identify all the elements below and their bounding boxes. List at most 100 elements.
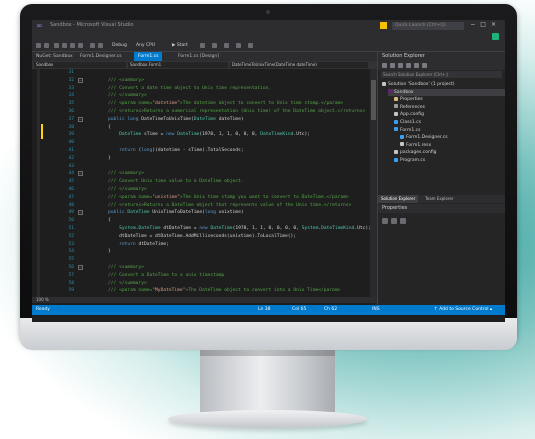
code-line[interactable]: 47 /// <param name="unixtime">The Unix ti… (32, 194, 377, 202)
solution-explorer-search[interactable]: Search Solution Explorer (Ctrl+;) (381, 71, 502, 78)
zoom-level[interactable]: 100 % (36, 297, 49, 302)
code-line[interactable]: 46 /// </summary> (32, 186, 377, 194)
code-line[interactable]: 37− public long DateTimeToUnixTime(DateTi… (32, 116, 377, 124)
close-button[interactable]: × (491, 21, 501, 28)
open-file-icon[interactable] (62, 43, 67, 48)
code-line[interactable]: 31 (32, 69, 377, 77)
code-line[interactable]: 56− /// <summary> (32, 264, 377, 272)
uncomment-icon[interactable] (236, 43, 241, 48)
save-all-icon[interactable] (78, 43, 83, 48)
code-editor[interactable]: 31 32−/// <summary> 33/// Convert a date t… (32, 69, 377, 297)
line-number: 52 (68, 233, 74, 239)
code-line[interactable]: 34 /// </summary> (32, 92, 377, 100)
tree-item[interactable]: Form1.Designer.cs (400, 134, 505, 141)
code-line[interactable]: 42} (32, 155, 377, 163)
code-line[interactable]: 36 /// <returns>Returns a numerical repre… (32, 108, 377, 116)
forward-icon[interactable] (44, 43, 49, 48)
code-line[interactable]: 51 System.DateTime dtDateTime = new Date… (32, 225, 377, 233)
collapse-region-icon[interactable]: − (78, 210, 83, 216)
tab-form1-cs[interactable]: Form1.cs (134, 52, 163, 61)
properties-title: Properties (378, 204, 505, 213)
tree-item[interactable]: Class1.cs (394, 119, 505, 126)
platform-select[interactable]: Any CPU (136, 43, 155, 49)
tree-item[interactable]: Properties (394, 96, 505, 103)
code-line[interactable]: 54} (32, 248, 377, 256)
code-line[interactable]: 32− /// <summary> (32, 77, 377, 85)
window-controls[interactable]: −□× (470, 21, 501, 28)
start-button[interactable]: ▶ Start (172, 43, 188, 49)
bookmark-icon[interactable] (248, 43, 253, 48)
tree-item[interactable]: References (394, 104, 505, 111)
code-line[interactable]: 58 /// </summary> (32, 280, 377, 288)
code-line[interactable]: 45 /// Convert Unix time value to a DateT… (32, 178, 377, 186)
maximize-button[interactable]: □ (480, 21, 491, 28)
categorized-icon[interactable] (382, 218, 388, 224)
code-line[interactable]: 50 { (32, 217, 377, 225)
new-file-icon[interactable] (54, 43, 59, 48)
code-line[interactable]: 53 return dtDateTime; (32, 241, 377, 249)
editor-scroll-thumb[interactable] (371, 80, 376, 120)
sync-icon[interactable] (390, 63, 395, 68)
redo-icon[interactable] (98, 43, 103, 48)
code-line[interactable]: 44− /// <summary> (32, 170, 377, 178)
collapse-all-icon[interactable] (398, 63, 403, 68)
tree-item[interactable]: Program.cs (394, 157, 505, 164)
tree-item[interactable]: App.config (394, 111, 505, 118)
code-line[interactable]: 35 /// <param name="datetime">The datetim… (32, 100, 377, 108)
tree-item[interactable]: packages.config (394, 149, 505, 156)
save-icon[interactable] (70, 43, 75, 48)
alphabetical-icon[interactable] (391, 218, 397, 224)
line-number: 38 (68, 124, 74, 130)
home-icon[interactable] (382, 63, 387, 68)
code-line[interactable]: 33 /// Convert a date time object to Unix… (32, 85, 377, 93)
class-dropdown[interactable]: Sandbox.Form1 (128, 62, 228, 68)
tree-item[interactable]: Solution 'Sandbox' (1 project) (382, 81, 505, 88)
tree-item[interactable]: Form1.resx (400, 142, 505, 149)
tree-item[interactable]: Form1.cs (394, 127, 505, 134)
comment-icon[interactable] (224, 43, 229, 48)
code-line[interactable]: 41 return (long)(datetime - sTime).Total… (32, 147, 377, 155)
settings-icon[interactable] (422, 63, 427, 68)
tree-item[interactable]: Sandbox (388, 88, 505, 96)
property-pages-icon[interactable] (400, 218, 406, 224)
configuration-select[interactable]: Debug (112, 43, 127, 49)
editor-horizontal-bar[interactable]: 100 % (32, 297, 377, 303)
user-account-icon[interactable] (492, 33, 499, 40)
code-text: return dtDateTime; (119, 241, 169, 247)
code-line[interactable]: 52 dtDateTime = dtDateTime.AddMillisecon… (32, 233, 377, 241)
collapse-region-icon[interactable]: − (78, 265, 83, 270)
attach-icon[interactable] (200, 43, 205, 48)
tab-form1-designer[interactable]: Form1.Designer.cs (76, 52, 126, 61)
code-text: dtDateTime = dtDateTime.AddMilliseconds(… (108, 233, 297, 239)
monitor-stand-base (168, 410, 367, 428)
tab-form1-design[interactable]: Form1.cs [Design] (174, 52, 223, 61)
show-all-files-icon[interactable] (406, 63, 411, 68)
collapse-region-icon[interactable]: − (78, 77, 83, 83)
find-icon[interactable] (212, 43, 217, 48)
code-line[interactable]: 57 /// Convert a DateTime to a unix times… (32, 272, 377, 280)
code-line[interactable]: 48 /// <returns>Returns a DateTime object… (32, 202, 377, 210)
code-line[interactable]: 40 (32, 139, 377, 147)
code-line[interactable]: 43 (32, 163, 377, 171)
code-line[interactable]: 55 (32, 256, 377, 264)
tab-nuget[interactable]: NuGet: Sandbox (32, 52, 77, 61)
code-line[interactable]: 38 { (32, 123, 377, 132)
collapse-region-icon[interactable]: − (78, 171, 83, 177)
undo-icon[interactable] (90, 43, 95, 48)
collapse-region-icon[interactable]: − (78, 116, 83, 122)
member-dropdown[interactable]: DateTimeToUnixTime(DateTime dateTime) (230, 62, 368, 68)
refresh-icon[interactable] (414, 63, 419, 68)
add-to-source-control-button[interactable]: ↑ Add to Source Control ▴ (434, 305, 492, 315)
back-icon[interactable] (36, 43, 41, 48)
code-line[interactable]: 59 /// <param name="MyDateTime">The DateT… (32, 287, 377, 295)
tab-team-explorer[interactable]: Team Explorer (422, 195, 457, 203)
project-dropdown[interactable]: Sandbox (34, 62, 126, 68)
tree-item-label: Program.cs (400, 158, 426, 163)
code-line[interactable]: 39 DateTime sTime = new DateTime(1970, 1… (32, 131, 377, 140)
tab-solution-explorer[interactable]: Solution Explorer (378, 195, 419, 203)
notification-flag-icon[interactable] (380, 22, 387, 29)
code-line[interactable]: 49− public DateTime UnixTimeToDateTime(lo… (32, 209, 377, 217)
title-bar: ∞ Sandbox - Microsoft Visual Studio Quic… (32, 20, 505, 32)
minimize-button[interactable]: − (470, 21, 480, 28)
quick-launch-input[interactable]: Quick Launch (Ctrl+Q) (392, 22, 464, 30)
